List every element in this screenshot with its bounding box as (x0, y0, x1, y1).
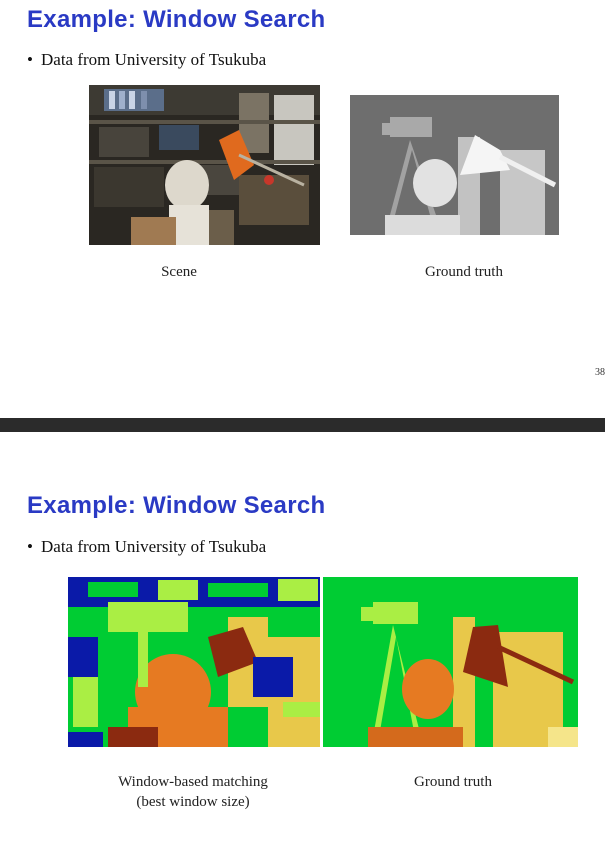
window-matching-caption: Window-based matching (best window size) (93, 772, 293, 812)
slide-2: Example: Window Search • Data from Univer… (0, 432, 605, 845)
caption-line-2: (best window size) (136, 794, 250, 810)
scene-caption: Scene (161, 264, 197, 280)
window-matching-disparity-image (68, 577, 320, 747)
bullet-item: • Data from University of Tsukuba (27, 50, 266, 70)
ground-truth-caption: Ground truth (414, 774, 492, 790)
ground-truth-color-image (323, 577, 578, 747)
bullet-icon: • (27, 537, 33, 556)
slide-title: Example: Window Search (27, 6, 326, 33)
slide-1: Example: Window Search • Data from Univer… (0, 0, 605, 418)
bullet-text: Data from University of Tsukuba (41, 50, 267, 69)
caption-line-1: Window-based matching (118, 774, 268, 790)
bullet-text: Data from University of Tsukuba (41, 537, 267, 556)
ground-truth-caption: Ground truth (425, 264, 503, 280)
bullet-item: • Data from University of Tsukuba (27, 537, 266, 557)
page-number: 38 (595, 367, 605, 378)
ground-truth-grayscale-image (350, 95, 559, 235)
bullet-icon: • (27, 50, 33, 69)
slide-title: Example: Window Search (27, 492, 326, 519)
scene-image (89, 85, 320, 245)
slide-divider (0, 418, 605, 432)
